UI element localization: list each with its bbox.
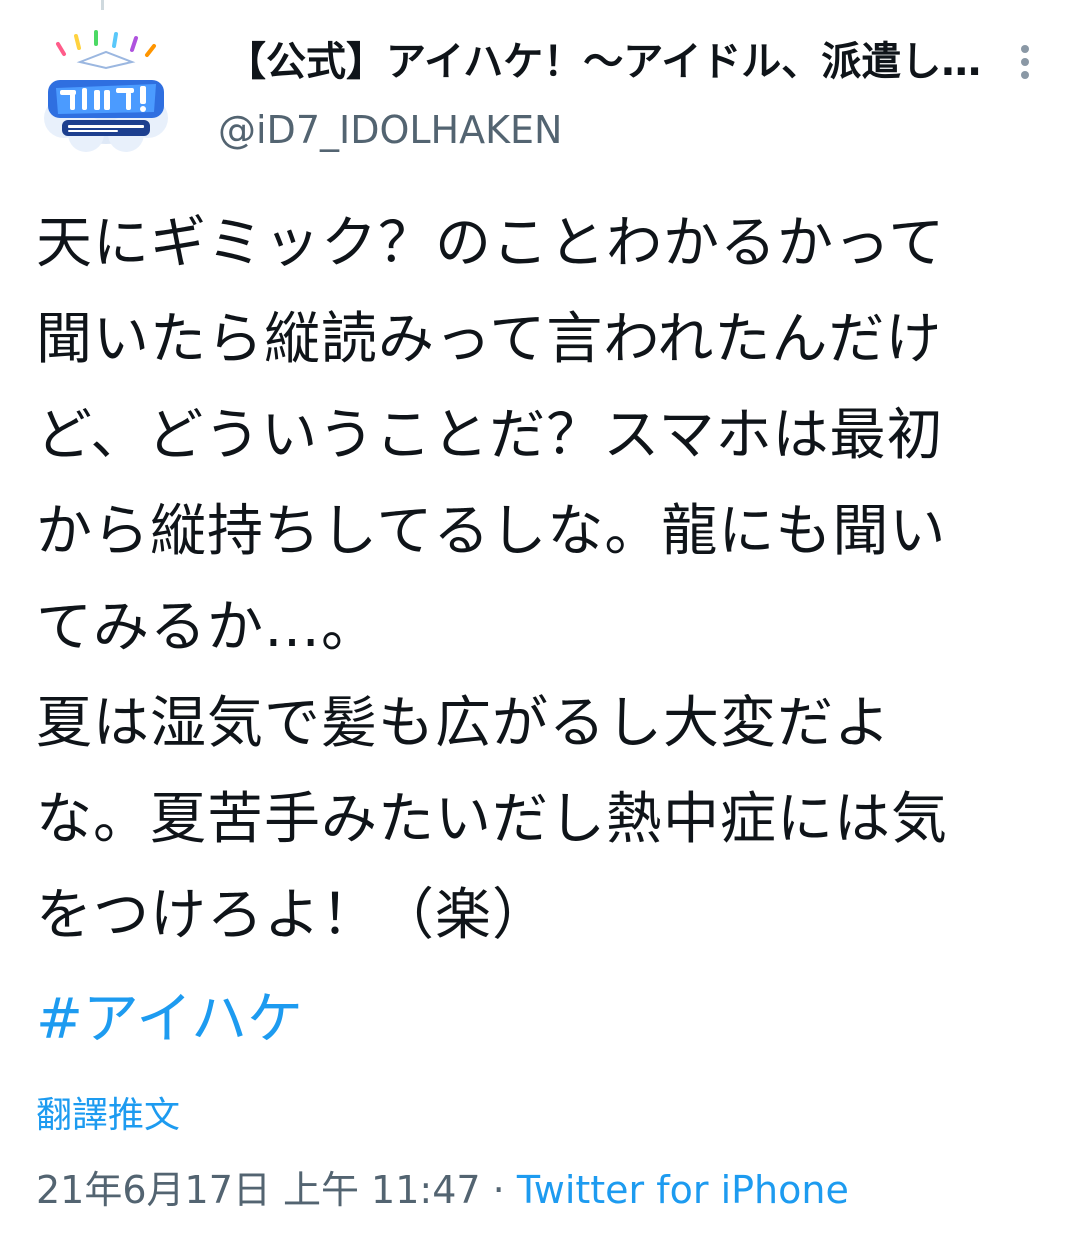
meta-separator: ·: [480, 1168, 517, 1212]
hashtag-link[interactable]: #アイハケ: [36, 972, 303, 1068]
tweet-text-line: 天にギミック？のことわかるかって: [36, 211, 946, 276]
thread-connector-line: [101, 0, 104, 10]
tweet-source-link[interactable]: Twitter for iPhone: [517, 1168, 849, 1212]
tweet-text: 天にギミック？のことわかるかって 聞いたら縦読みって言われたんだけ ど、どういう…: [36, 196, 1046, 964]
translate-tweet-button[interactable]: 翻譯推文: [36, 1090, 180, 1142]
aihake-logo-icon: [44, 30, 168, 152]
author-display-name[interactable]: 【公式】アイハケ！〜アイドル、派遣し…: [226, 36, 996, 88]
tweet-text-line: 聞いたら縦読みって言われたんだけ: [36, 307, 943, 372]
tweet-timestamp[interactable]: 21年6月17日 上午 11:47: [36, 1168, 481, 1212]
more-dot: [1021, 45, 1029, 53]
avatar[interactable]: [36, 22, 176, 162]
tweet-text-line: から縦持ちしてるしな。龍にも聞い: [36, 499, 947, 564]
more-dot: [1021, 58, 1029, 66]
tweet-text-line: をつけろよ！（楽）: [36, 883, 549, 948]
tweet-text-line: てみるか…。: [36, 595, 378, 660]
tweet-text-line: 夏は湿気で髪も広がるし大変だよ: [36, 691, 891, 756]
tweet-meta: 21年6月17日 上午 11:47 · Twitter for iPhone: [36, 1164, 849, 1216]
more-dot: [1021, 71, 1029, 79]
more-vertical-icon[interactable]: [1010, 40, 1040, 86]
tweet-text-line: な。夏苦手みたいだし熱中症には気: [36, 787, 948, 852]
tweet-text-line: ど、どういうことだ？スマホは最初: [36, 403, 944, 468]
author-handle[interactable]: @iD7_IDOLHAKEN: [218, 104, 562, 156]
